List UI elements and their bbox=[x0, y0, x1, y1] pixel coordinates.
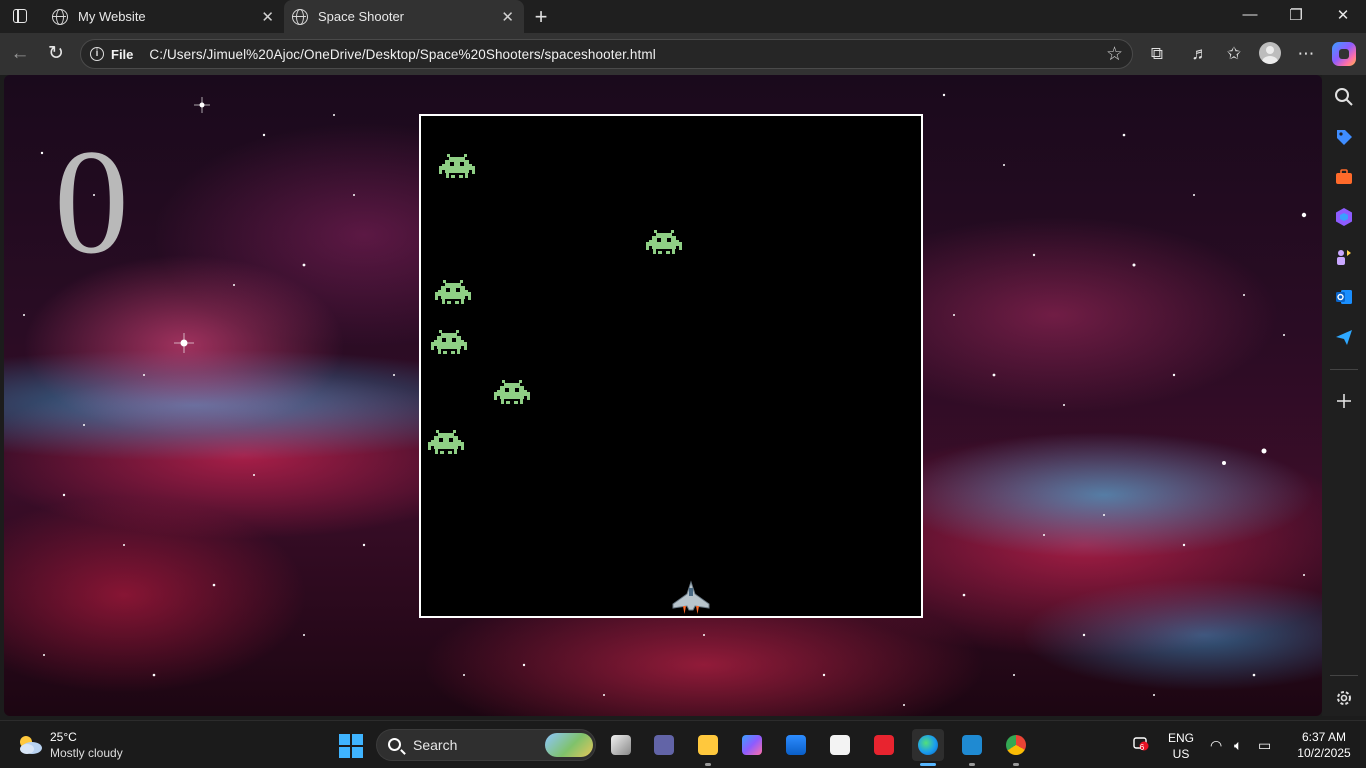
teams-app[interactable] bbox=[648, 729, 680, 761]
tab-bar: My Website ✕ Space Shooter ✕ + — ❐ ✕ bbox=[0, 0, 1366, 33]
navigation-bar: ← ↻ i File C:/Users/Jimuel%20Ajoc/OneDri… bbox=[0, 33, 1366, 75]
task-view-button[interactable] bbox=[605, 729, 637, 761]
chrome-app[interactable] bbox=[1000, 729, 1032, 766]
volume-icon[interactable]: 🔈︎ bbox=[1234, 737, 1242, 754]
address-bar[interactable]: i File C:/Users/Jimuel%20Ajoc/OneDrive/D… bbox=[80, 39, 1133, 69]
language-secondary[interactable]: US bbox=[1166, 747, 1196, 761]
notification-count: 6 bbox=[1139, 743, 1145, 752]
weather-cloudy-icon[interactable] bbox=[16, 733, 44, 755]
games-icon[interactable] bbox=[1334, 247, 1354, 267]
info-icon[interactable]: i bbox=[90, 47, 104, 61]
minimize-button[interactable]: — bbox=[1238, 6, 1262, 23]
profile-avatar[interactable] bbox=[1259, 42, 1281, 64]
alien-enemy bbox=[428, 430, 464, 454]
copilot-sidebar-icon[interactable] bbox=[1334, 207, 1354, 227]
new-tab-button[interactable]: + bbox=[530, 4, 552, 30]
edge-browser-app[interactable] bbox=[912, 729, 944, 766]
score-display: 0 bbox=[54, 119, 129, 285]
start-button[interactable] bbox=[339, 734, 363, 758]
search-label: Search bbox=[413, 737, 458, 753]
taskbar-search[interactable]: Search bbox=[376, 729, 596, 761]
microsoft-store-app[interactable] bbox=[780, 729, 812, 761]
weather-description: Mostly cloudy bbox=[50, 746, 123, 760]
tab-my-website[interactable]: My Website ✕ bbox=[44, 0, 284, 33]
favorites-icon[interactable]: ✩ bbox=[1222, 42, 1246, 66]
copilot-icon[interactable] bbox=[1332, 42, 1356, 66]
shopping-tag-icon[interactable] bbox=[1334, 127, 1354, 147]
alien-enemy bbox=[494, 380, 530, 404]
tab-title: My Website bbox=[78, 9, 146, 24]
sidebar-divider bbox=[1330, 369, 1358, 370]
game-canvas[interactable] bbox=[419, 114, 923, 618]
send-icon[interactable] bbox=[1334, 327, 1354, 347]
extensions-icon[interactable]: ⧉ bbox=[1145, 42, 1169, 66]
battery-icon[interactable]: ▭ bbox=[1258, 737, 1271, 754]
tab-actions-icon[interactable] bbox=[8, 6, 32, 28]
url-text[interactable]: C:/Users/Jimuel%20Ajoc/OneDrive/Desktop/… bbox=[149, 47, 655, 62]
edge-sidebar bbox=[1322, 75, 1366, 716]
page-viewport: 0 bbox=[4, 75, 1322, 716]
close-tab-icon[interactable]: ✕ bbox=[501, 8, 514, 26]
clock-date[interactable]: 10/2/2025 bbox=[1290, 746, 1358, 760]
tab-space-shooter[interactable]: Space Shooter ✕ bbox=[284, 0, 524, 33]
search-icon[interactable] bbox=[1334, 87, 1354, 107]
copilot-app[interactable] bbox=[736, 729, 768, 761]
wps-office-app[interactable] bbox=[868, 729, 900, 761]
tab-title: Space Shooter bbox=[318, 9, 405, 24]
file-explorer-app[interactable] bbox=[692, 729, 724, 766]
more-menu-icon[interactable]: ⋯ bbox=[1294, 42, 1318, 66]
restore-button[interactable]: ❐ bbox=[1284, 6, 1308, 24]
tools-icon[interactable] bbox=[1334, 167, 1354, 187]
alien-enemy bbox=[439, 154, 475, 178]
alien-enemy bbox=[646, 230, 682, 254]
taskbar: 25°C Mostly cloudy Search 6 ENG US ◠ 🔈︎ … bbox=[0, 720, 1366, 768]
globe-icon bbox=[292, 8, 308, 25]
read-aloud-icon[interactable]: ♬ bbox=[1188, 42, 1212, 66]
close-window-button[interactable]: ✕ bbox=[1331, 6, 1355, 24]
outlook-icon[interactable] bbox=[1334, 287, 1354, 307]
alien-enemy bbox=[435, 280, 471, 304]
refresh-button[interactable]: ↻ bbox=[44, 42, 68, 66]
wifi-icon[interactable]: ◠ bbox=[1210, 737, 1222, 754]
amazon-app[interactable] bbox=[824, 729, 856, 761]
search-icon bbox=[388, 738, 401, 751]
weather-temperature: 25°C bbox=[50, 730, 77, 744]
back-button[interactable]: ← bbox=[8, 42, 32, 66]
scheme-label: File bbox=[111, 46, 134, 62]
alien-enemy bbox=[431, 330, 467, 354]
search-highlight-image bbox=[545, 733, 593, 757]
clock-time[interactable]: 6:37 AM bbox=[1290, 730, 1358, 744]
globe-icon bbox=[52, 8, 68, 25]
sidebar-divider bbox=[1330, 675, 1358, 676]
add-icon[interactable] bbox=[1334, 391, 1354, 411]
settings-gear-icon[interactable] bbox=[1334, 688, 1354, 708]
player-ship[interactable] bbox=[671, 580, 711, 616]
close-tab-icon[interactable]: ✕ bbox=[261, 8, 274, 26]
favorite-star-icon[interactable]: ☆ bbox=[1106, 43, 1123, 66]
language-primary[interactable]: ENG bbox=[1166, 731, 1196, 745]
vscode-app[interactable] bbox=[956, 729, 988, 766]
